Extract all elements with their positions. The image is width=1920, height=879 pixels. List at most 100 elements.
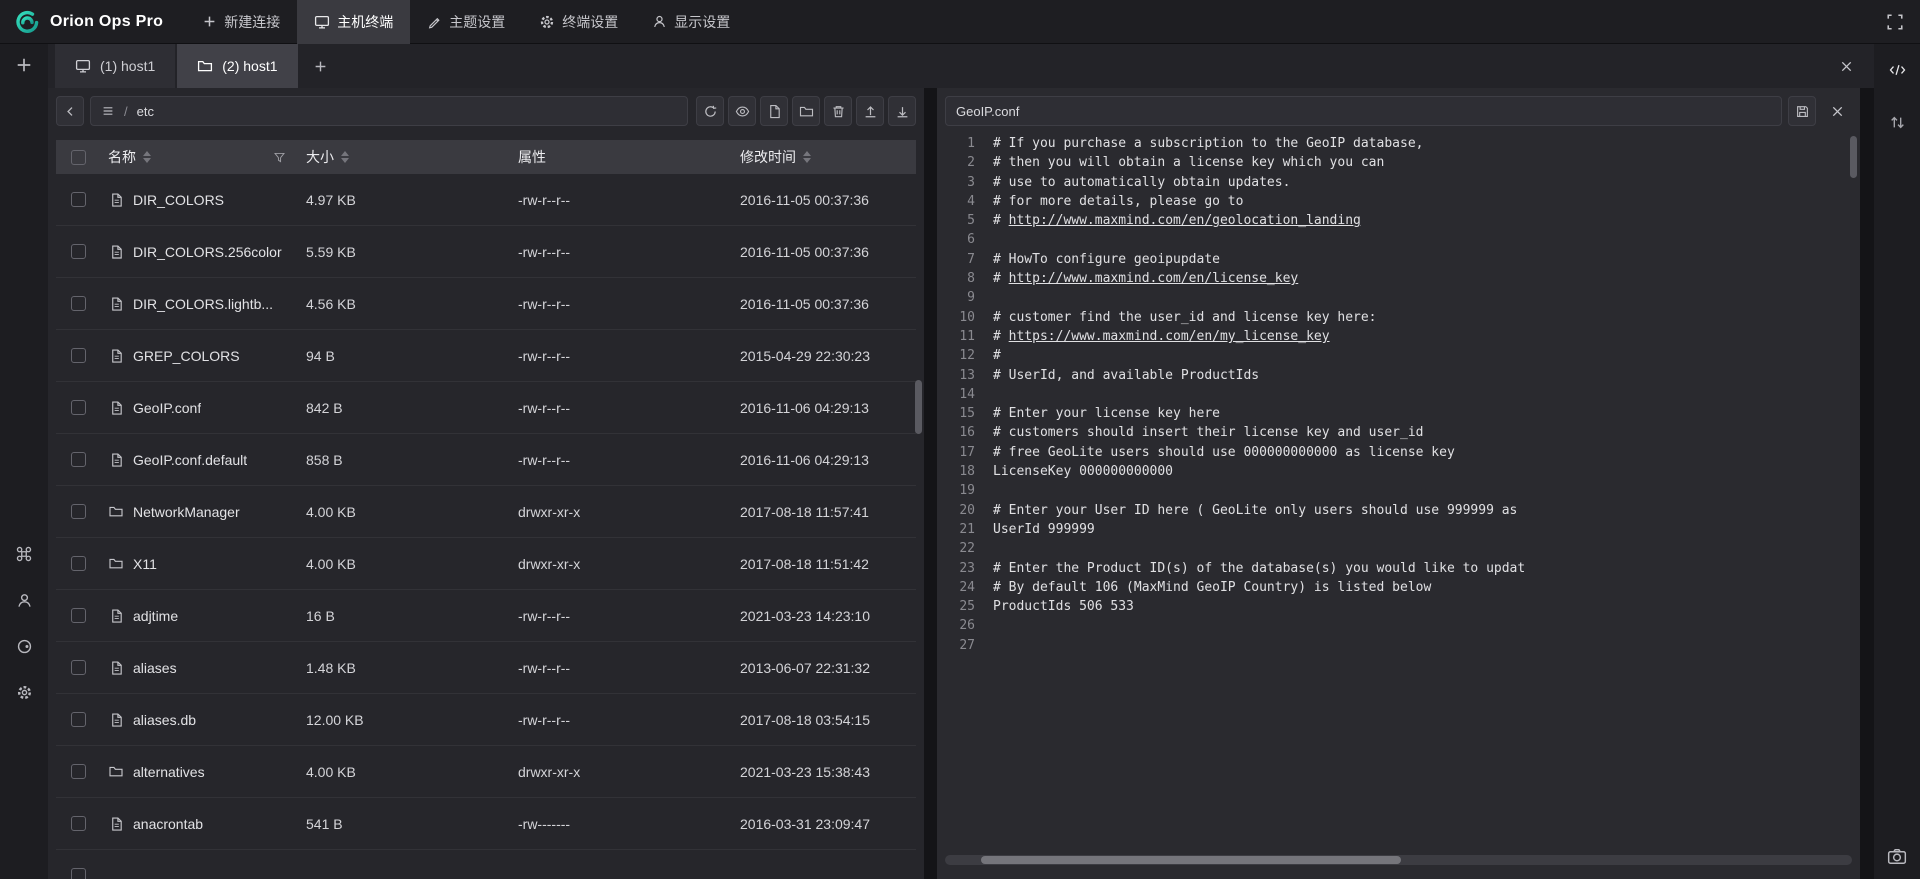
row-checkbox[interactable]: [71, 296, 86, 311]
file-attr: -rw-r--r--: [518, 192, 570, 208]
table-row[interactable]: alternatives4.00 KBdrwxr-xr-x2021-03-23 …: [56, 746, 916, 798]
row-checkbox[interactable]: [71, 868, 86, 879]
row-checkbox[interactable]: [71, 452, 86, 467]
settings-gear-icon[interactable]: [12, 680, 36, 704]
tab-host1-2[interactable]: (2) host1: [177, 44, 297, 88]
code-line: 26: [945, 616, 1852, 635]
column-header-name: 名称: [108, 147, 136, 167]
row-checkbox[interactable]: [71, 816, 86, 831]
table-row[interactable]: aliases1.48 KB-rw-r--r--2013-06-07 22:31…: [56, 642, 916, 694]
line-text: [975, 539, 993, 558]
theme-icon: [427, 14, 442, 29]
menu-item-label: 终端设置: [562, 12, 618, 32]
line-number: 1: [945, 134, 975, 153]
table-row[interactable]: GREP_COLORS94 B-rw-r--r--2015-04-29 22:3…: [56, 330, 916, 382]
line-number: 6: [945, 230, 975, 249]
row-checkbox[interactable]: [71, 192, 86, 207]
back-icon[interactable]: [56, 96, 84, 126]
file-mtime: 2017-08-18 11:57:41: [740, 504, 869, 520]
line-number: 3: [945, 173, 975, 192]
row-checkbox[interactable]: [71, 504, 86, 519]
select-all-checkbox[interactable]: [71, 150, 86, 165]
row-checkbox[interactable]: [71, 348, 86, 363]
row-checkbox[interactable]: [71, 556, 86, 571]
link-text[interactable]: https://www.maxmind.com/en/my_license_ke…: [1009, 329, 1330, 344]
table-row[interactable]: DIR_COLORS.lightb...4.56 KB-rw-r--r--201…: [56, 278, 916, 330]
new-file-icon[interactable]: [760, 96, 788, 126]
editor-horizontal-scrollbar[interactable]: [945, 855, 1852, 865]
sort-name-icon[interactable]: [143, 151, 151, 163]
file-list-scrollbar[interactable]: [915, 380, 922, 434]
file-mtime: 2016-11-06 04:29:13: [740, 452, 869, 468]
new-folder-icon[interactable]: [792, 96, 820, 126]
file-mtime: 2016-11-06 04:29:13: [740, 400, 869, 416]
code-line: 2# then you will obtain a license key wh…: [945, 153, 1852, 172]
user-icon[interactable]: [12, 588, 36, 612]
row-checkbox[interactable]: [71, 660, 86, 675]
code-line: 13# UserId, and available ProductIds: [945, 366, 1852, 385]
column-header-size: 大小: [306, 147, 334, 167]
table-row[interactable]: [56, 850, 916, 879]
row-checkbox[interactable]: [71, 712, 86, 727]
table-row[interactable]: GeoIP.conf842 B-rw-r--r--2016-11-06 04:2…: [56, 382, 916, 434]
code-line: 11# https://www.maxmind.com/en/my_licens…: [945, 327, 1852, 346]
folder-icon: [108, 556, 124, 572]
code-panel-icon[interactable]: [1885, 58, 1909, 82]
menu-item-display-settings[interactable]: 显示设置: [635, 0, 747, 44]
table-row[interactable]: GeoIP.conf.default858 B-rw-r--r--2016-11…: [56, 434, 916, 486]
link-text[interactable]: http://www.maxmind.com/en/geolocation_la…: [1009, 213, 1361, 228]
fullscreen-icon[interactable]: [1886, 13, 1904, 31]
file-icon: [108, 452, 124, 468]
save-icon[interactable]: [1788, 96, 1816, 126]
menu-item-theme-settings[interactable]: 主题设置: [410, 0, 522, 44]
row-checkbox[interactable]: [71, 400, 86, 415]
editor-filename-field[interactable]: GeoIP.conf: [945, 96, 1782, 126]
code-line: 25ProductIds 506 533: [945, 597, 1852, 616]
theme-skin-icon[interactable]: [12, 634, 36, 658]
sort-mtime-icon[interactable]: [803, 151, 811, 163]
line-text: ProductIds 506 533: [975, 597, 1134, 616]
link-text[interactable]: http://www.maxmind.com/en/license_key: [1009, 271, 1299, 286]
sort-size-icon[interactable]: [341, 151, 349, 163]
add-connection-icon[interactable]: [15, 56, 33, 74]
close-tab-icon[interactable]: [1839, 59, 1854, 74]
editor-close-icon[interactable]: [1822, 96, 1852, 126]
app-logo-icon: [14, 9, 40, 35]
table-row[interactable]: DIR_COLORS4.97 KB-rw-r--r--2016-11-05 00…: [56, 174, 916, 226]
camera-icon[interactable]: [1887, 847, 1907, 865]
row-checkbox[interactable]: [71, 608, 86, 623]
delete-icon[interactable]: [824, 96, 852, 126]
table-row[interactable]: aliases.db12.00 KB-rw-r--r--2017-08-18 0…: [56, 694, 916, 746]
menu-item-label: 主机终端: [337, 12, 393, 32]
line-number: 12: [945, 346, 975, 365]
table-row[interactable]: anacrontab541 B-rw-------2016-03-31 23:0…: [56, 798, 916, 850]
topbar: Orion Ops Pro 新建连接 主机终端 主题设置: [0, 0, 1920, 44]
file-size: 842 B: [306, 400, 343, 416]
menu-item-new-connection[interactable]: 新建连接: [185, 0, 297, 44]
editor-vertical-scrollbar[interactable]: [1850, 136, 1857, 178]
editor-horizontal-scroll-thumb[interactable]: [981, 856, 1401, 864]
line-text: # HowTo configure geoipupdate: [975, 250, 1220, 269]
table-row[interactable]: DIR_COLORS.256color5.59 KB-rw-r--r--2016…: [56, 226, 916, 278]
eye-icon[interactable]: [728, 96, 756, 126]
breadcrumb-path[interactable]: etc: [137, 104, 154, 119]
new-tab-icon[interactable]: [300, 44, 342, 88]
menu-item-host-terminal[interactable]: 主机终端: [297, 0, 410, 44]
upload-icon[interactable]: [856, 96, 884, 126]
tab-host1-1[interactable]: (1) host1: [55, 44, 175, 88]
breadcrumb[interactable]: / etc: [90, 96, 688, 126]
row-checkbox[interactable]: [71, 764, 86, 779]
download-icon[interactable]: [888, 96, 916, 126]
menu-item-terminal-settings[interactable]: 终端设置: [522, 0, 635, 44]
filter-icon[interactable]: [273, 151, 286, 164]
file-icon: [108, 660, 124, 676]
command-icon[interactable]: [12, 542, 36, 566]
transfer-list-icon[interactable]: [1885, 110, 1909, 134]
line-text: # If you purchase a subscription to the …: [975, 134, 1423, 153]
refresh-icon[interactable]: [696, 96, 724, 126]
editor-code[interactable]: 1# If you purchase a subscription to the…: [945, 134, 1852, 655]
row-checkbox[interactable]: [71, 244, 86, 259]
table-row[interactable]: X114.00 KBdrwxr-xr-x2017-08-18 11:51:42: [56, 538, 916, 590]
table-row[interactable]: NetworkManager4.00 KBdrwxr-xr-x2017-08-1…: [56, 486, 916, 538]
table-row[interactable]: adjtime16 B-rw-r--r--2021-03-23 14:23:10: [56, 590, 916, 642]
